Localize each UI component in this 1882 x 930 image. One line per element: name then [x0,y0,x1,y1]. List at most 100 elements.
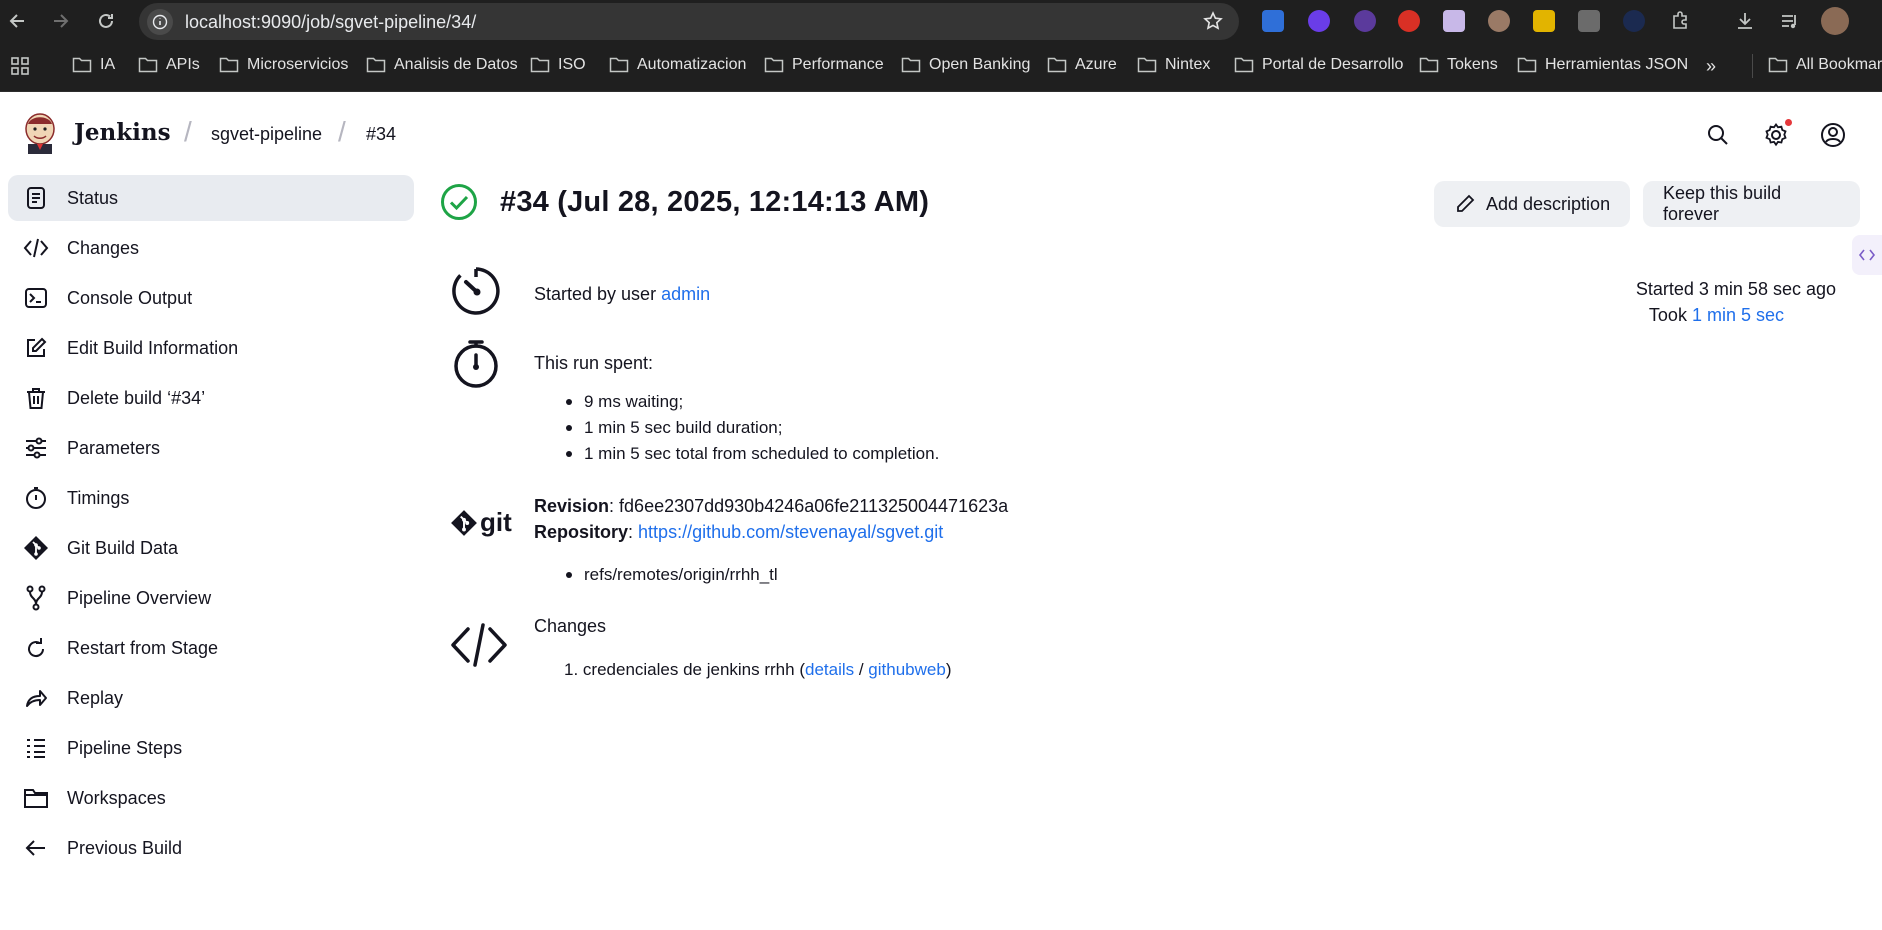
sidebar-item-parameters[interactable]: Parameters [8,425,414,471]
sidebar-item-label: Changes [67,237,140,258]
bookmark-item[interactable]: ISO [530,56,586,74]
build-title-row: #34 (Jul 28, 2025, 12:14:13 AM) [440,179,929,225]
keep-forever-label: Keep this build forever [1663,183,1782,224]
sidebar-item-label: Workspaces [67,787,166,808]
branch-icon [22,584,50,612]
back-button[interactable] [4,7,32,35]
breadcrumb-job[interactable]: sgvet-pipeline [211,124,322,145]
sidebar-item-edit-build-information[interactable]: Edit Build Information [8,325,414,371]
bookmark-item[interactable]: Performance [764,56,884,74]
sidebar-item-pipeline-steps[interactable]: Pipeline Steps [8,725,414,771]
bookmark-item[interactable]: Tokens [1419,56,1498,74]
extension-flask-icon[interactable] [1354,10,1376,32]
bookmark-item[interactable]: Nintex [1137,56,1210,74]
folder-icon [1234,57,1254,73]
took-prefix: Took [1648,305,1692,325]
repository-link[interactable]: https://github.com/stevenayal/sgvet.git [638,522,943,542]
bookmark-item[interactable]: Open Banking [901,56,1030,74]
list-item: 1 min 5 sec build duration; [560,415,939,441]
gear-icon [1765,122,1787,147]
sidebar-item-label: Pipeline Overview [67,587,212,608]
sidebar-item-status[interactable]: Status [8,175,414,221]
add-description-button[interactable]: Add description [1434,181,1631,227]
site-info-icon[interactable] [147,9,173,35]
restart-icon [22,634,50,662]
sidebar-item-pipeline-overview[interactable]: Pipeline Overview [8,575,414,621]
bookmark-item[interactable]: IA [72,56,115,74]
extension-c-icon[interactable] [1623,10,1645,32]
jenkins-brand[interactable]: Jenkins [74,119,171,146]
sidebar-item-label: Console Output [67,287,193,308]
extensions-button[interactable] [1666,7,1694,35]
change-message: credenciales de jenkins rrhh ( [582,660,805,679]
bookmark-star-icon[interactable] [1203,11,1223,31]
sidebar-item-previous-build[interactable]: Previous Build [8,825,414,871]
sidebar-item-timings[interactable]: Timings [8,475,414,521]
sidebar-item-replay[interactable]: Replay [8,675,414,721]
profile-avatar[interactable] [1821,7,1849,35]
bookmark-item[interactable]: Portal de Desarrollo [1234,56,1403,74]
user-account-button[interactable] [1818,120,1848,150]
sidebar-item-label: Restart from Stage [67,637,219,658]
folder-icon [366,57,386,73]
bookmark-item[interactable]: Microservicios [219,56,348,74]
folder-icon [138,57,158,73]
revision-hash: fd6ee2307dd930b4246a06fe211325004471623a [619,496,1009,516]
extension-hand-icon[interactable] [1398,10,1420,32]
folder-icon [1419,57,1439,73]
folder-icon [1047,57,1067,73]
git-logo-text: git [480,507,512,537]
bookmark-item[interactable]: Analisis de Datos [366,56,518,74]
downloads-button[interactable] [1731,7,1759,35]
chevron-compare-icon [1858,249,1876,261]
repository-label: Repository [534,522,629,542]
breadcrumb-build[interactable]: #34 [366,124,396,145]
bookmark-item[interactable]: Herramientas JSON [1517,56,1688,74]
bookmark-item[interactable]: APIs [138,56,200,74]
bookmark-item[interactable]: Automatizacion [609,56,746,74]
url-text[interactable]: localhost:9090/job/sgvet-pipeline/34/ [185,12,476,33]
sidebar-item-delete-build[interactable]: Delete build ‘#34’ [8,375,414,421]
sidebar-item-label: Previous Build [67,837,183,858]
apps-grid-icon[interactable] [10,56,30,76]
all-bookmarks-button[interactable]: All Bookmarks [1768,56,1882,74]
more-bookmarks-button[interactable]: » [1706,56,1716,77]
started-by-user-link[interactable]: admin [661,284,710,304]
media-button[interactable] [1776,7,1804,35]
change-details-link[interactable]: details [805,660,854,679]
extension-two-icon[interactable] [1533,10,1555,32]
bookmark-item[interactable]: Azure [1047,56,1117,74]
sidebar-item-restart-from-stage[interactable]: Restart from Stage [8,625,414,671]
extension-puzzle-grid-icon[interactable] [1578,10,1600,32]
change-number: 1. [564,660,579,679]
sidebar-item-label: Timings [67,487,130,508]
reload-button[interactable] [92,7,120,35]
side-panel-tab[interactable] [1852,235,1882,275]
bookmark-label: Open Banking [929,56,1031,73]
change-githubweb-link[interactable]: githubweb [868,660,946,679]
sidebar-item-workspaces[interactable]: Workspaces [8,775,414,821]
stopwatch-icon [22,484,50,512]
folder-icon [1517,57,1537,73]
took-duration-link[interactable]: 1 min 5 sec [1692,305,1784,325]
keep-forever-button[interactable]: Keep this build forever [1643,181,1860,227]
manage-jenkins-button[interactable] [1761,119,1792,150]
jenkins-logo-icon[interactable] [22,112,58,154]
list-item: refs/remotes/origin/rrhh_tl [560,562,778,588]
started-by-prefix: Started by user [534,284,662,304]
git-icon [22,534,50,562]
sidebar-item-changes[interactable]: Changes [8,225,414,271]
extension-face-icon[interactable] [1443,10,1465,32]
address-bar[interactable]: localhost:9090/job/sgvet-pipeline/34/ [139,3,1239,40]
extension-s-icon[interactable] [1262,10,1284,32]
git-logo-icon: git [450,507,512,538]
run-spent-label: This run spent: [534,353,654,373]
sidebar-item-git-build-data[interactable]: Git Build Data [8,525,414,571]
forward-button[interactable] [46,7,74,35]
extension-owl-icon[interactable] [1488,10,1510,32]
sidebar-item-label: Replay [67,687,124,708]
breadcrumb-separator: / [184,116,192,147]
sidebar-item-console-output[interactable]: Console Output [8,275,414,321]
extension-vs-icon[interactable] [1308,10,1330,32]
search-button[interactable] [1703,120,1733,150]
